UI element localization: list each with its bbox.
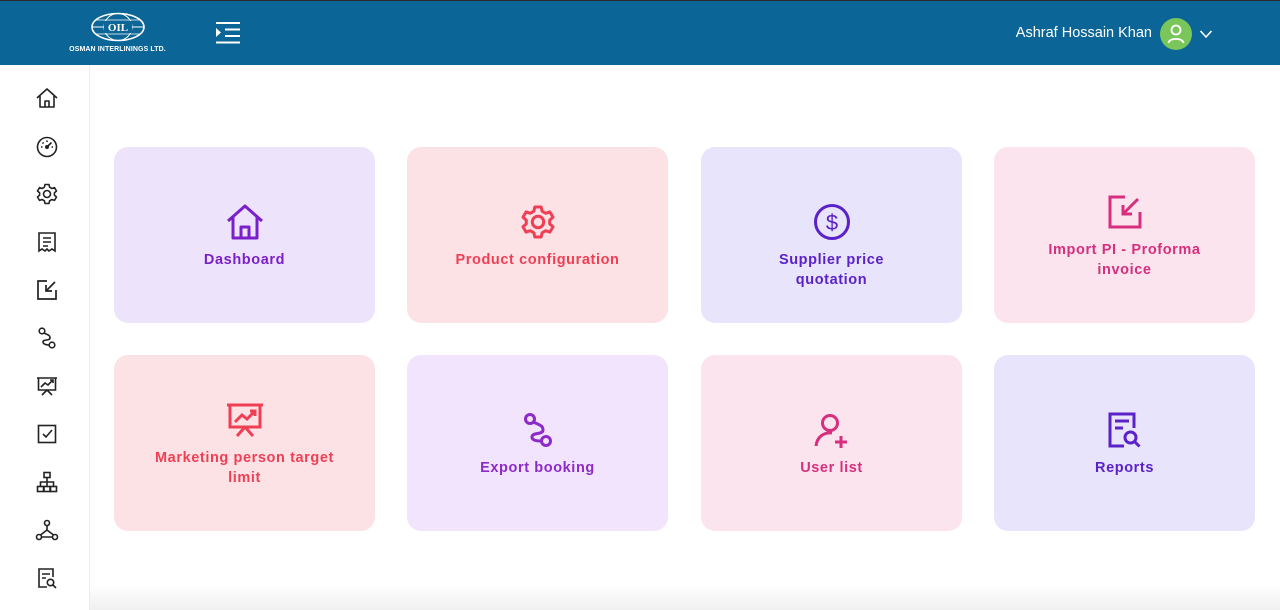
sidebar-item-organization[interactable] bbox=[31, 466, 63, 498]
sidebar-item-dashboard[interactable] bbox=[31, 130, 63, 162]
report-search-icon bbox=[1108, 412, 1141, 448]
card-marketing-target[interactable]: Marketing person target limit bbox=[114, 355, 375, 531]
sidebar-item-export-booking[interactable] bbox=[31, 322, 63, 354]
sidebar-item-invoice[interactable] bbox=[31, 226, 63, 258]
speedometer-icon bbox=[36, 136, 58, 158]
user-icon bbox=[1167, 24, 1185, 44]
chevron-down-icon bbox=[1199, 30, 1213, 39]
sidebar-item-import[interactable] bbox=[31, 274, 63, 306]
gear-icon bbox=[520, 205, 555, 239]
logo-mark: OIL bbox=[108, 22, 128, 34]
home-icon bbox=[226, 204, 263, 240]
company-logo[interactable]: OIL OSMAN INTERLININGS LTD. bbox=[60, 9, 175, 57]
sidebar-item-reports[interactable] bbox=[31, 562, 63, 594]
card-export-booking[interactable]: Export booking bbox=[407, 355, 668, 531]
card-label: Marketing person target limit bbox=[155, 450, 334, 486]
card-label: Import PI - Proforma invoice bbox=[1048, 242, 1201, 278]
sidebar-item-home[interactable] bbox=[31, 82, 63, 114]
content-bottom-fade bbox=[90, 585, 1280, 610]
import-icon bbox=[1108, 195, 1141, 229]
user-name[interactable]: Ashraf Hossain Khan bbox=[980, 25, 1152, 41]
org-chart-icon bbox=[36, 471, 58, 493]
card-supplier-price-quotation[interactable]: $ Supplier price quotation bbox=[701, 147, 962, 323]
card-label: User list bbox=[800, 460, 863, 476]
menu-indent-icon bbox=[216, 22, 240, 44]
card-user-list[interactable]: User list bbox=[701, 355, 962, 531]
sidebar-item-settings[interactable] bbox=[31, 178, 63, 210]
avatar[interactable] bbox=[1160, 18, 1192, 50]
presentation-chart-icon bbox=[37, 377, 57, 396]
checkbox-icon bbox=[37, 424, 57, 444]
top-bar: OIL OSMAN INTERLININGS LTD. Ashraf Hossa… bbox=[0, 0, 1280, 65]
sidebar bbox=[0, 65, 90, 610]
card-label: Reports bbox=[1095, 460, 1154, 476]
globe-logo-icon: OIL bbox=[91, 12, 145, 42]
import-icon bbox=[37, 280, 57, 300]
home-icon bbox=[36, 88, 58, 108]
menu-toggle-button[interactable] bbox=[212, 19, 244, 47]
card-product-configuration[interactable]: Product configuration bbox=[407, 147, 668, 323]
presentation-chart-icon bbox=[226, 403, 263, 437]
svg-text:$: $ bbox=[825, 210, 837, 235]
user-add-icon bbox=[814, 414, 847, 448]
dollar-circle-icon: $ bbox=[813, 204, 850, 240]
logo-text: OSMAN INTERLININGS LTD. bbox=[69, 46, 166, 53]
route-icon bbox=[523, 413, 552, 447]
sidebar-item-marketing[interactable] bbox=[31, 370, 63, 402]
gear-icon bbox=[36, 183, 58, 205]
sidebar-item-network[interactable] bbox=[31, 514, 63, 546]
report-search-icon bbox=[38, 568, 57, 589]
card-label: Dashboard bbox=[203, 252, 286, 268]
network-icon bbox=[35, 519, 59, 541]
card-import-pi[interactable]: Import PI - Proforma invoice bbox=[994, 147, 1255, 323]
card-label: Supplier price quotation bbox=[778, 252, 885, 288]
card-label: Export booking bbox=[480, 460, 595, 476]
card-dashboard[interactable]: Dashboard bbox=[114, 147, 375, 323]
sidebar-item-tasks[interactable] bbox=[31, 418, 63, 450]
user-menu-dropdown[interactable] bbox=[1199, 27, 1213, 39]
invoice-icon bbox=[38, 232, 56, 253]
route-icon bbox=[38, 327, 56, 349]
card-reports[interactable]: Reports bbox=[994, 355, 1255, 531]
card-label: Product configuration bbox=[455, 252, 620, 268]
